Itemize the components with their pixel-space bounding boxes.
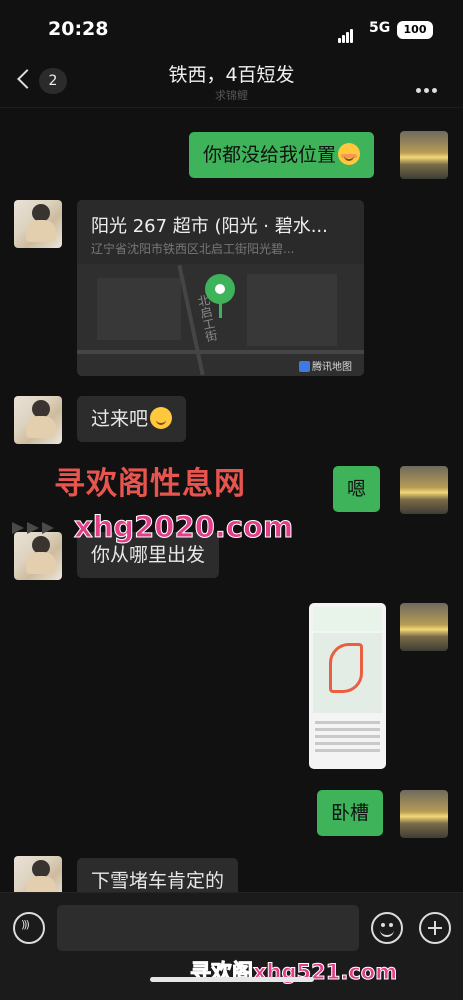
more-options-button[interactable]: [416, 78, 444, 93]
chat-header: 2 铁西，4百短发 求锦鲤: [0, 56, 463, 108]
message-bubble-out[interactable]: 卧槽: [317, 790, 384, 836]
contact-avatar[interactable]: [14, 532, 62, 580]
message-text: 你从哪里出发: [91, 544, 206, 566]
input-bar: 寻欢阁xhg521.com: [0, 892, 463, 1000]
message-bubble-in[interactable]: 下雪堵车肯定的: [77, 858, 239, 892]
message-text: 卧槽: [331, 802, 370, 824]
message-input[interactable]: [57, 905, 359, 951]
message-bubble-out[interactable]: 嗯: [333, 466, 381, 512]
contact-avatar[interactable]: [14, 200, 62, 248]
map-brand: 腾讯地图: [299, 358, 352, 373]
smile-face-icon: [150, 407, 173, 429]
home-indicator: [150, 977, 314, 982]
location-pin-icon: [205, 274, 235, 304]
location-address: 辽宁省沈阳市铁西区北启工街阳光碧...: [91, 242, 295, 256]
map-screenshot-icon: [329, 643, 363, 693]
voice-input-button[interactable]: [13, 912, 45, 944]
image-message[interactable]: [309, 603, 386, 769]
blush-face-icon: [338, 143, 361, 165]
chat-title: 铁西，4百短发: [168, 64, 295, 86]
contact-avatar[interactable]: [14, 856, 62, 892]
message-text: 嗯: [347, 478, 367, 500]
signal-icon: [338, 24, 354, 43]
contact-avatar[interactable]: [14, 396, 62, 444]
watermark-middle: xhg2020.com: [73, 510, 294, 545]
arrow-icon: [12, 519, 62, 534]
message-bubble-out[interactable]: 你都没给我位置: [189, 132, 375, 178]
status-time: 20:28: [48, 18, 109, 40]
more-actions-button[interactable]: [419, 912, 451, 944]
watermark-top: 寻欢阁性息网: [54, 466, 246, 502]
location-name: 阳光 267 超市 (阳光 · 碧水...: [91, 216, 328, 237]
my-avatar[interactable]: [400, 603, 448, 651]
status-bar: 20:28 5G 100: [0, 0, 463, 56]
tencent-map-icon: [299, 361, 310, 372]
my-avatar[interactable]: [400, 790, 448, 838]
message-text: 下雪堵车肯定的: [91, 870, 225, 892]
message-bubble-in[interactable]: 过来吧: [77, 396, 187, 442]
message-text: 过来吧: [91, 408, 149, 430]
message-text: 你都没给我位置: [203, 144, 337, 166]
my-avatar[interactable]: [400, 466, 448, 514]
location-map: 北启工街 腾讯地图: [77, 264, 364, 376]
location-card[interactable]: 阳光 267 超市 (阳光 · 碧水... 辽宁省沈阳市铁西区北启工街阳光碧..…: [77, 200, 364, 376]
emoji-button[interactable]: [371, 912, 403, 944]
my-avatar[interactable]: [400, 131, 448, 179]
network-type: 5G: [369, 20, 391, 36]
chat-subtitle: 求锦鲤: [215, 89, 248, 102]
battery-icon: 100: [397, 21, 433, 39]
